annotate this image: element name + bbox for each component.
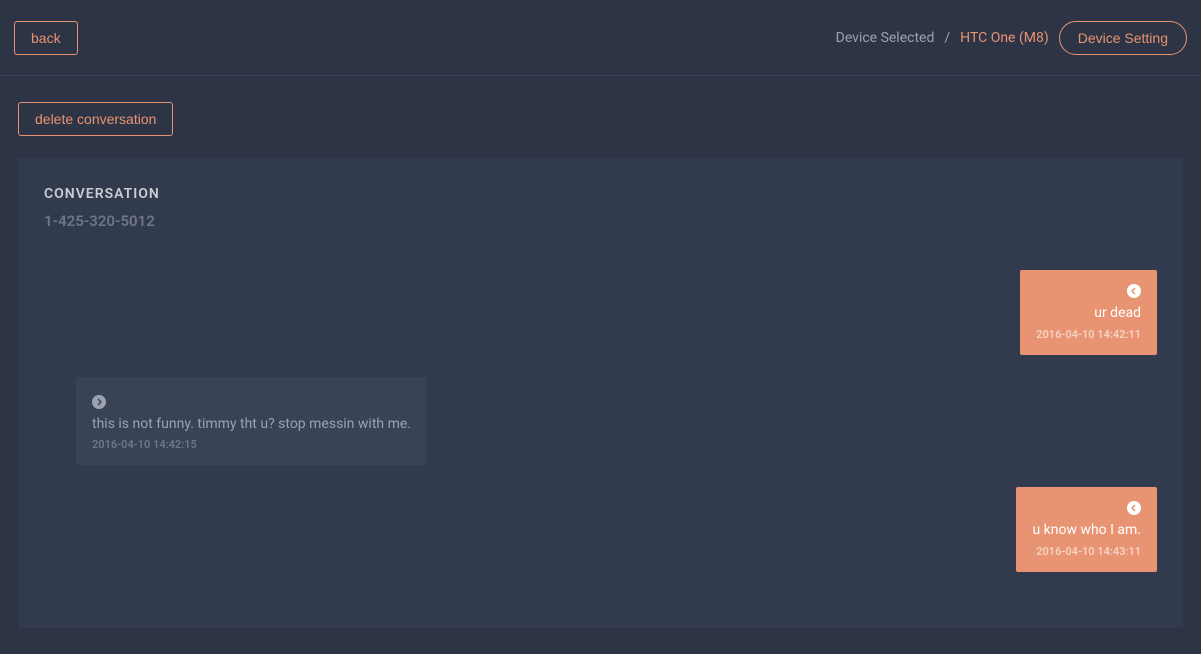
message-timestamp: 2016-04-10 14:42:15: [92, 438, 411, 451]
device-setting-button[interactable]: Device Setting: [1059, 21, 1187, 55]
message-timestamp: 2016-04-10 14:42:11: [1036, 328, 1141, 341]
message-timestamp: 2016-04-10 14:43:11: [1032, 545, 1141, 558]
message-text: u know who I am.: [1032, 521, 1141, 541]
conversation-panel: CONVERSATION 1-425-320-5012 ur dead 2016…: [18, 158, 1183, 628]
conversation-heading: CONVERSATION: [44, 186, 1157, 202]
phone-number: 1-425-320-5012: [44, 212, 1157, 230]
content: delete conversation CONVERSATION 1-425-3…: [0, 76, 1201, 654]
device-name[interactable]: HTC One (M8): [960, 30, 1049, 46]
message-bubble-incoming: this is not funny. timmy tht u? stop mes…: [76, 377, 427, 466]
message-row: u know who I am. 2016-04-10 14:43:11: [44, 487, 1157, 572]
message-text: this is not funny. timmy tht u? stop mes…: [92, 415, 411, 435]
back-button[interactable]: back: [14, 21, 78, 55]
delete-conversation-button[interactable]: delete conversation: [18, 102, 173, 136]
device-selected-label: Device Selected: [836, 30, 935, 46]
header-right: Device Selected / HTC One (M8) Device Se…: [836, 21, 1187, 55]
arrow-left-icon: [1127, 284, 1141, 298]
message-bubble-outgoing: ur dead 2016-04-10 14:42:11: [1020, 270, 1157, 355]
message-row: ur dead 2016-04-10 14:42:11: [44, 270, 1157, 355]
header: back Device Selected / HTC One (M8) Devi…: [0, 0, 1201, 76]
messages-list: ur dead 2016-04-10 14:42:11 this is not …: [44, 270, 1157, 572]
message-text: ur dead: [1036, 304, 1141, 324]
arrow-left-icon: [1127, 501, 1141, 515]
message-row: this is not funny. timmy tht u? stop mes…: [44, 377, 1157, 466]
message-bubble-outgoing: u know who I am. 2016-04-10 14:43:11: [1016, 487, 1157, 572]
arrow-right-icon: [92, 395, 106, 409]
header-left: back: [14, 21, 78, 55]
breadcrumb-separator: /: [944, 30, 950, 46]
